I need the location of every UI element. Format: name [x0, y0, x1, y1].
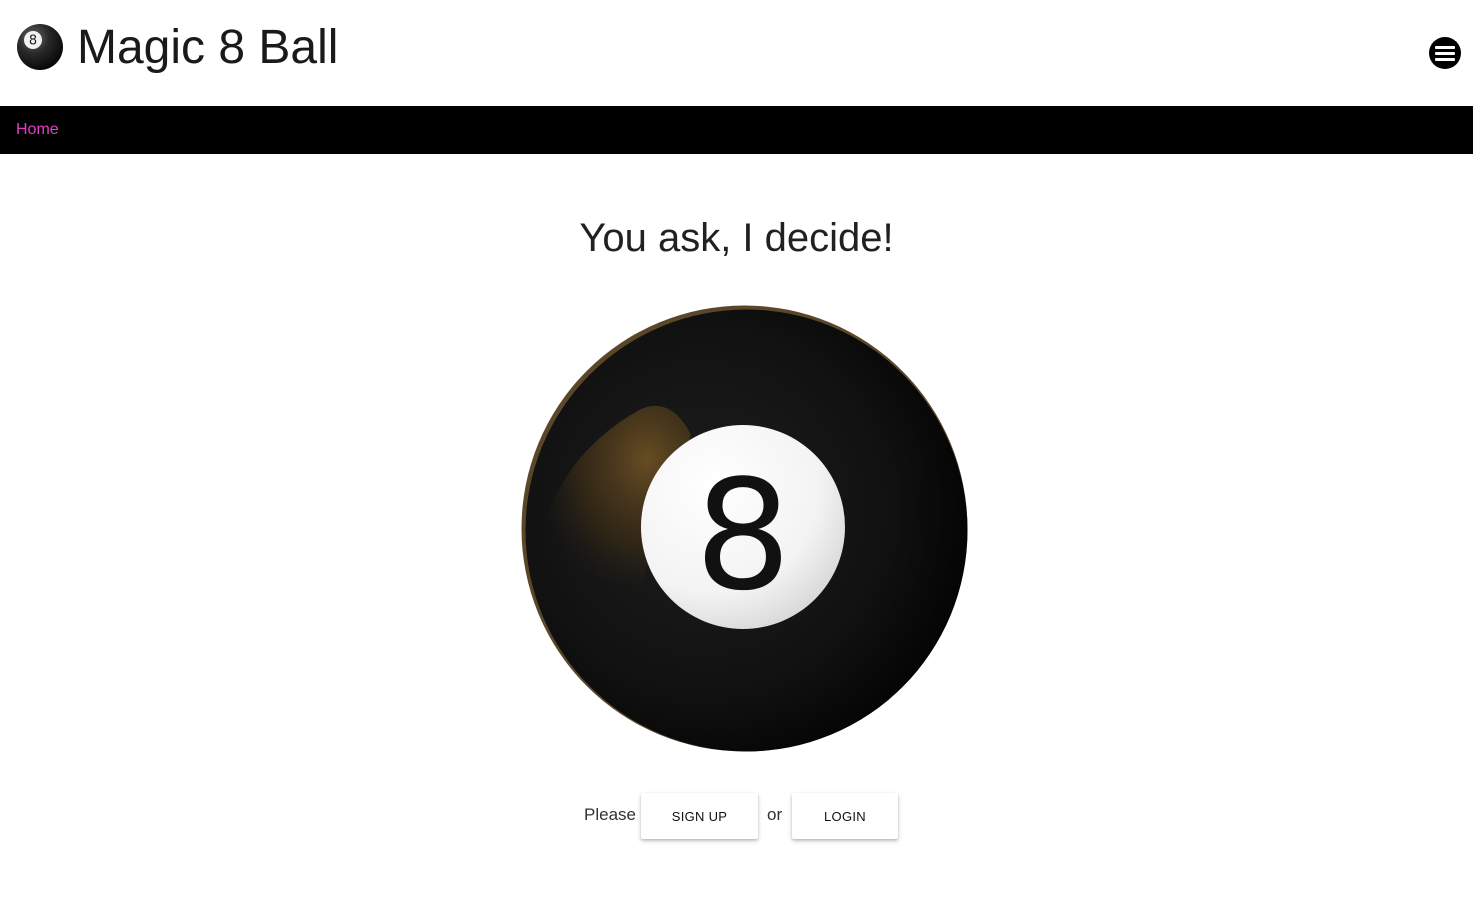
eight-ball-icon: 8	[17, 24, 63, 70]
top-navbar: Home	[0, 106, 1473, 154]
nav-link-home[interactable]: Home	[16, 120, 59, 140]
tagline: You ask, I decide!	[579, 216, 894, 260]
magic-8-ball-image[interactable]: 8	[521, 305, 968, 752]
hamburger-menu-icon[interactable]	[1429, 37, 1461, 69]
auth-cta-row: Please SIGN UP or LOGIN	[0, 792, 1473, 840]
sign-up-button[interactable]: SIGN UP	[641, 793, 758, 839]
app-header: 8 Magic 8 Ball	[0, 0, 1473, 106]
or-text: or	[767, 805, 783, 824]
please-text: Please	[584, 805, 636, 824]
svg-text:8: 8	[29, 34, 37, 49]
app-title: Magic 8 Ball	[77, 21, 339, 74]
ball-number: 8	[695, 447, 792, 624]
login-button[interactable]: LOGIN	[792, 793, 898, 839]
